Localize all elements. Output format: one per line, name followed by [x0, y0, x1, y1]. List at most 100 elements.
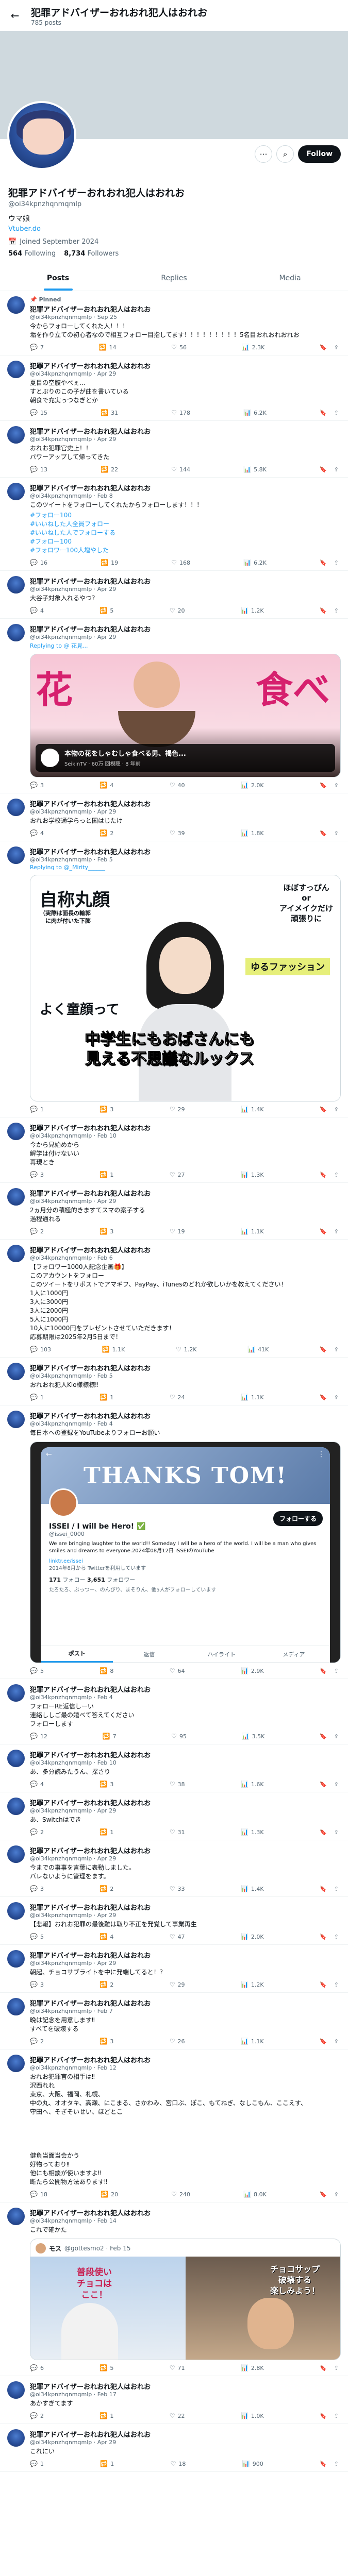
reply-button[interactable]: 💬 4 [30, 829, 44, 837]
reply-button[interactable]: 💬 3 [30, 1171, 44, 1178]
views-button[interactable]: 📊 1.2K [241, 1981, 264, 1988]
share-icon[interactable]: ⇪ [334, 1733, 339, 1740]
retweet-button[interactable]: 🔁 1 [100, 1171, 113, 1178]
tweet[interactable]: 犯罪アドバイザーおれおれ犯人はおれお @oi34kpnzhqnmqmlp · Fe… [0, 841, 348, 1117]
bookmark-icon[interactable]: 🔖 [320, 607, 327, 614]
retweet-button[interactable]: 🔁 3 [100, 1228, 113, 1235]
bookmark-icon[interactable]: 🔖 [320, 1885, 327, 1892]
tweet-avatar[interactable] [7, 483, 25, 500]
tweet-avatar[interactable] [7, 1950, 25, 1968]
bookmark-icon[interactable]: 🔖 [320, 782, 327, 789]
tweet-avatar[interactable] [7, 2208, 25, 2225]
reply-button[interactable]: 💬 3 [30, 1981, 44, 1988]
like-button[interactable]: ♡ 47 [170, 1933, 185, 1940]
tweet[interactable]: 犯罪アドバイザーおれおれ犯人はおれお @oi34kpnzhqnmqmlp · Ap… [0, 793, 348, 841]
tweet[interactable]: 犯罪アドバイザーおれおれ犯人はおれお @oi34kpnzhqnmqmlp · Ap… [0, 2424, 348, 2472]
following-link[interactable]: 564 Following [8, 250, 56, 258]
tweet-author-name[interactable]: 犯罪アドバイザーおれおれ犯人はおれお [30, 426, 341, 436]
views-button[interactable]: 📊 2.0K [241, 782, 264, 789]
tweet-avatar[interactable] [7, 1245, 25, 1262]
share-icon[interactable]: ⇪ [334, 1981, 339, 1988]
bookmark-icon[interactable]: 🔖 [320, 2460, 327, 2467]
share-icon[interactable]: ⇪ [334, 2038, 339, 2045]
share-icon[interactable]: ⇪ [334, 2364, 339, 2371]
reply-button[interactable]: 💬 2 [30, 2038, 44, 2045]
tweet-media-video[interactable]: 花 食べ 本物の花をしゃむしゃ食べる男、褐色... SeikinTV · 60万 回視… [30, 654, 341, 777]
tweet-author-name[interactable]: 犯罪アドバイザーおれおれ犯人はおれお [30, 304, 341, 314]
share-icon[interactable]: ⇪ [334, 1106, 339, 1113]
tab-posts[interactable]: Posts [0, 266, 116, 291]
tweet-avatar[interactable] [7, 2429, 25, 2447]
like-button[interactable]: ♡ 178 [171, 409, 190, 416]
retweet-button[interactable]: 🔁 1.1K [102, 1346, 125, 1353]
tweet-avatar[interactable] [7, 1123, 25, 1140]
tweet-author-name[interactable]: 犯罪アドバイザーおれおれ犯人はおれお [30, 846, 341, 856]
tweet[interactable]: 犯罪アドバイザーおれおれ犯人はおれお @oi34kpnzhqnmqmlp · Ap… [0, 355, 348, 421]
tweet-avatar[interactable] [7, 1902, 25, 1920]
like-button[interactable]: ♡ 20 [170, 607, 185, 614]
tweet[interactable]: 📌 Pinned 犯罪アドバイザーおれおれ犯人はおれお @oi34kpnzhqnmq… [0, 291, 348, 355]
tweet-avatar[interactable] [7, 799, 25, 816]
tweet-author-name[interactable]: 犯罪アドバイザーおれおれ犯人はおれお [30, 624, 341, 634]
bookmark-icon[interactable]: 🔖 [320, 1981, 327, 1988]
search-icon[interactable]: ⌕ [276, 145, 294, 163]
tweet-author-name[interactable]: 犯罪アドバイザーおれおれ犯人はおれお [30, 2429, 341, 2439]
tweet-author-name[interactable]: 犯罪アドバイザーおれおれ犯人はおれお [30, 1998, 341, 2008]
reply-button[interactable]: 💬 1 [30, 1394, 44, 1401]
reply-button[interactable]: 💬 2 [30, 1828, 44, 1836]
retweet-button[interactable]: 🔁 7 [103, 1733, 117, 1740]
bookmark-icon[interactable]: 🔖 [320, 1667, 327, 1674]
views-button[interactable]: 📊 1.0K [241, 2412, 264, 2419]
retweet-button[interactable]: 🔁 22 [101, 466, 118, 473]
tweet-avatar[interactable] [7, 1411, 25, 1428]
bookmark-icon[interactable]: 🔖 [320, 1828, 327, 1836]
views-button[interactable]: 📊 1.3K [241, 1828, 264, 1836]
retweet-button[interactable]: 🔁 1 [100, 1828, 113, 1836]
bookmark-icon[interactable]: 🔖 [320, 829, 327, 837]
tweet-author-name[interactable]: 犯罪アドバイザーおれおれ犯人はおれお [30, 1245, 341, 1255]
retweet-button[interactable]: 🔁 20 [101, 2191, 118, 2198]
profile-bio-link[interactable]: Vtuber.do [8, 225, 340, 233]
bookmark-icon[interactable]: 🔖 [320, 466, 327, 473]
tweet-author-name[interactable]: 犯罪アドバイザーおれおれ犯人はおれお [30, 1684, 341, 1694]
bookmark-icon[interactable]: 🔖 [320, 1106, 327, 1113]
tweet[interactable]: 犯罪アドバイザーおれおれ犯人はおれお @oi34kpnzhqnmqmlp · Ap… [0, 619, 348, 793]
like-button[interactable]: ♡ 39 [170, 829, 185, 837]
views-button[interactable]: 📊 1.3K [241, 1171, 264, 1178]
more-icon[interactable]: ⋯ [255, 145, 273, 163]
reply-button[interactable]: 💬 15 [30, 409, 47, 416]
views-button[interactable]: 📊 900 [242, 2460, 263, 2467]
views-button[interactable]: 📊 1.2K [241, 607, 264, 614]
views-button[interactable]: 📊 5.8K [243, 466, 267, 473]
tweet-author-name[interactable]: 犯罪アドバイザーおれおれ犯人はおれお [30, 2381, 341, 2391]
share-icon[interactable]: ⇪ [334, 2412, 339, 2419]
share-icon[interactable]: ⇪ [334, 2460, 339, 2467]
tweet-author-name[interactable]: 犯罪アドバイザーおれおれ犯人はおれお [30, 1950, 341, 1960]
tweet-author-name[interactable]: 犯罪アドバイザーおれおれ犯人はおれお [30, 1902, 341, 1912]
tweet[interactable]: 犯罪アドバイザーおれおれ犯人はおれお @oi34kpnzhqnmqmlp · Fe… [0, 1744, 348, 1792]
like-button[interactable]: ♡ 240 [171, 2191, 190, 2198]
share-icon[interactable]: ⇪ [334, 1933, 339, 1940]
like-button[interactable]: ♡ 27 [170, 1171, 185, 1178]
profile-avatar[interactable] [7, 101, 76, 170]
views-button[interactable]: 📊 1.8K [241, 829, 264, 837]
reply-button[interactable]: 💬 3 [30, 782, 44, 789]
like-button[interactable]: ♡ 33 [170, 1885, 185, 1892]
share-icon[interactable]: ⇪ [334, 1667, 339, 1674]
like-button[interactable]: ♡ 19 [170, 1228, 185, 1235]
views-button[interactable]: 📊 1.1K [241, 1394, 264, 1401]
reply-button[interactable]: 💬 1 [30, 1106, 44, 1113]
retweet-button[interactable]: 🔁 2 [100, 1981, 113, 1988]
share-icon[interactable]: ⇪ [334, 344, 339, 351]
tweet[interactable]: 犯罪アドバイザーおれおれ犯人はおれお @oi34kpnzhqnmqmlp · Fe… [0, 1405, 348, 1679]
bookmark-icon[interactable]: 🔖 [320, 1933, 327, 1940]
tweet-avatar[interactable] [7, 1998, 25, 2015]
bookmark-icon[interactable]: 🔖 [320, 1171, 327, 1178]
reply-button[interactable]: 💬 16 [30, 559, 47, 566]
tab-replies[interactable]: Replies [116, 266, 232, 291]
tweet-avatar[interactable] [7, 1845, 25, 1863]
retweet-button[interactable]: 🔁 4 [100, 782, 113, 789]
views-button[interactable]: 📊 1.6K [241, 1781, 264, 1788]
share-icon[interactable]: ⇪ [334, 829, 339, 837]
views-button[interactable]: 📊 8.0K [243, 2191, 267, 2198]
